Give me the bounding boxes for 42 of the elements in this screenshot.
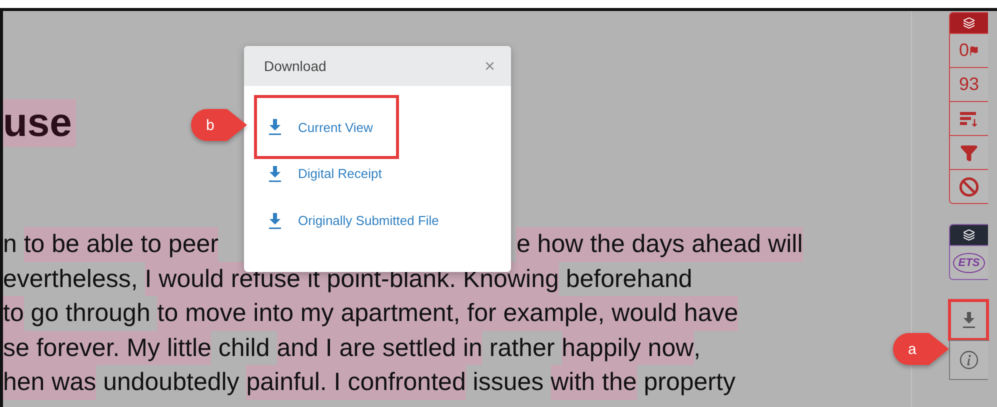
download-button[interactable] <box>949 300 988 340</box>
highlighted-text: se forever. My little <box>3 330 212 365</box>
highlighted-text: happily now <box>562 330 694 365</box>
body-text: beforehand <box>564 264 692 294</box>
filter-icon <box>960 144 978 162</box>
body-text: go through <box>30 298 152 329</box>
dialog-title: Download <box>264 58 326 74</box>
layers-header[interactable] <box>950 225 988 245</box>
highlighted-text: to move into my apartment, for example, would have <box>157 296 738 330</box>
download-icon <box>962 311 976 329</box>
layers-icon <box>963 229 975 241</box>
flag-count[interactable]: 0 <box>950 33 988 67</box>
highlighted-text: e how the days ahead will <box>516 227 803 262</box>
body-text: issues <box>472 367 545 398</box>
info-icon <box>959 350 979 370</box>
layers-icon <box>963 17 975 29</box>
highlighted-text: to be able to peer <box>24 227 218 262</box>
highlighted-text: and I are settled in <box>276 330 482 365</box>
sort-icon <box>959 110 979 128</box>
similarity-score[interactable]: 93 <box>950 67 988 101</box>
highlighted-text: hen was <box>3 365 96 400</box>
download-icon <box>268 212 282 230</box>
ets-logo: ETS <box>953 252 985 272</box>
download-option[interactable]: Current View <box>254 95 399 159</box>
body-text: , <box>694 332 701 364</box>
ban-icon <box>959 176 979 196</box>
highlighted-text: painful. I confronted <box>246 365 466 400</box>
layers-header[interactable] <box>950 13 988 33</box>
body-text: undoubtedly <box>102 367 240 398</box>
body-text: rather <box>488 332 556 364</box>
info-button[interactable] <box>949 340 988 380</box>
highlighted-text: with the <box>550 365 637 400</box>
body-text: evertheless, <box>3 264 139 294</box>
highlighted-text: to <box>3 296 24 330</box>
body-text: child <box>217 332 271 364</box>
download-icon <box>268 164 282 182</box>
body-text: n <box>3 229 18 260</box>
download-icon <box>268 118 282 136</box>
body-text: property <box>642 367 736 398</box>
close-button[interactable]: × <box>484 56 495 76</box>
document-heading: use <box>3 99 76 147</box>
flag-icon <box>969 46 979 56</box>
